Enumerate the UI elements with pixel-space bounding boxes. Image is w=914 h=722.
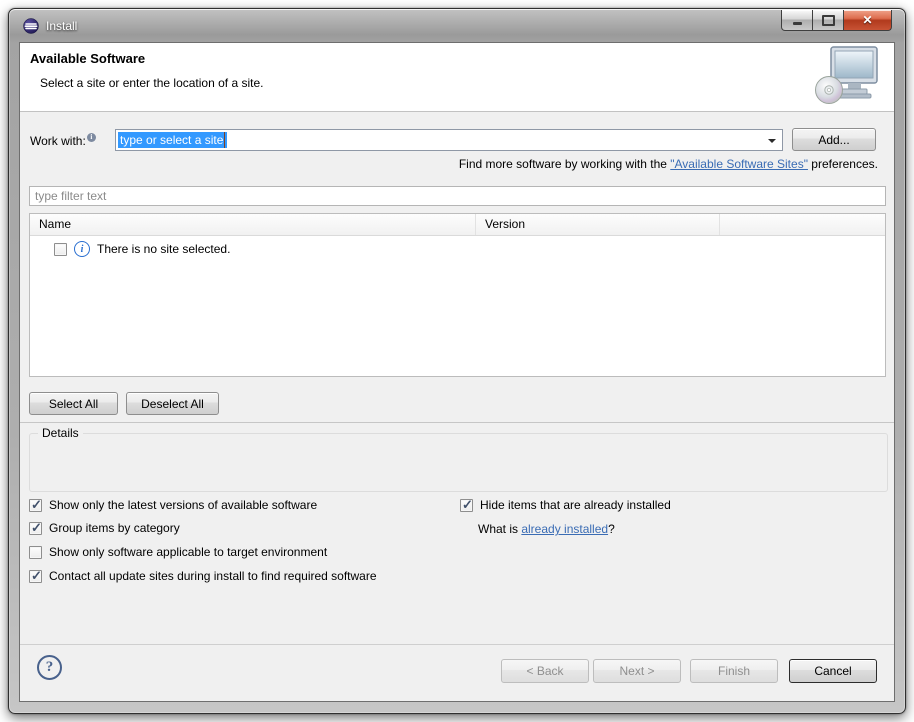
caption-buttons: ✕	[782, 10, 892, 31]
option-contact-update-sites[interactable]: Contact all update sites during install …	[29, 569, 377, 583]
filter-input[interactable]	[29, 186, 886, 206]
details-legend: Details	[38, 426, 83, 440]
work-with-label: Work with:i	[30, 134, 95, 148]
wizard-banner: Available Software Select a site or ente…	[20, 43, 894, 112]
maximize-icon	[822, 15, 835, 26]
maximize-button[interactable]	[812, 10, 844, 31]
minimize-icon	[793, 22, 802, 25]
available-software-sites-link[interactable]: "Available Software Sites"	[670, 157, 808, 171]
chevron-down-icon[interactable]	[768, 139, 776, 143]
cancel-button[interactable]: Cancel	[789, 659, 877, 683]
column-header-name[interactable]: Name	[30, 214, 476, 235]
info-icon: i	[74, 241, 90, 257]
combo-selected-text: type or select a site	[118, 132, 227, 148]
option-hide-installed[interactable]: Hide items that are already installed	[460, 498, 671, 512]
checkbox[interactable]	[29, 570, 42, 583]
dialog-body: Available Software Select a site or ente…	[19, 42, 895, 702]
finish-button: Finish	[690, 659, 778, 683]
option-latest-versions[interactable]: Show only the latest versions of availab…	[29, 498, 317, 512]
checkbox[interactable]	[460, 499, 473, 512]
row-text: There is no site selected.	[97, 242, 230, 256]
option-target-environment[interactable]: Show only software applicable to target …	[29, 545, 327, 559]
what-is-installed-text: What is already installed?	[478, 522, 615, 536]
add-button[interactable]: Add...	[792, 128, 876, 151]
close-button[interactable]: ✕	[843, 10, 892, 31]
screenshot-root: Install ✕ Available Software Select a si…	[0, 0, 914, 722]
next-button: Next >	[593, 659, 681, 683]
info-badge-icon: i	[87, 133, 96, 142]
deselect-all-button[interactable]: Deselect All	[126, 392, 219, 415]
help-button[interactable]: ?	[37, 655, 62, 680]
select-all-button[interactable]: Select All	[29, 392, 118, 415]
window-title: Install	[46, 19, 77, 33]
row-checkbox[interactable]	[54, 243, 67, 256]
checkbox[interactable]	[29, 499, 42, 512]
find-more-text: Find more software by working with the "…	[459, 157, 878, 171]
option-group-by-category[interactable]: Group items by category	[29, 521, 180, 535]
checkbox[interactable]	[29, 546, 42, 559]
install-software-icon	[814, 45, 882, 107]
minimize-button[interactable]	[781, 10, 813, 31]
software-table[interactable]: Name Version i There is no site selected…	[29, 213, 886, 377]
work-with-combo[interactable]: type or select a site	[115, 129, 783, 151]
page-title: Available Software	[30, 51, 145, 66]
column-header-filler	[720, 214, 885, 235]
back-button: < Back	[501, 659, 589, 683]
close-icon: ✕	[862, 13, 872, 27]
section-divider	[20, 422, 894, 423]
details-group: Details	[29, 433, 888, 492]
column-header-version[interactable]: Version	[476, 214, 720, 235]
already-installed-link[interactable]: already installed	[521, 522, 608, 536]
checkbox[interactable]	[29, 522, 42, 535]
eclipse-logo-icon	[23, 18, 39, 34]
footer-divider	[20, 644, 894, 645]
table-header: Name Version	[30, 214, 885, 236]
install-dialog-window: Install ✕ Available Software Select a si…	[8, 8, 906, 714]
page-subtitle: Select a site or enter the location of a…	[40, 76, 263, 90]
titlebar[interactable]: Install ✕	[9, 9, 905, 42]
table-row[interactable]: i There is no site selected.	[30, 236, 885, 257]
